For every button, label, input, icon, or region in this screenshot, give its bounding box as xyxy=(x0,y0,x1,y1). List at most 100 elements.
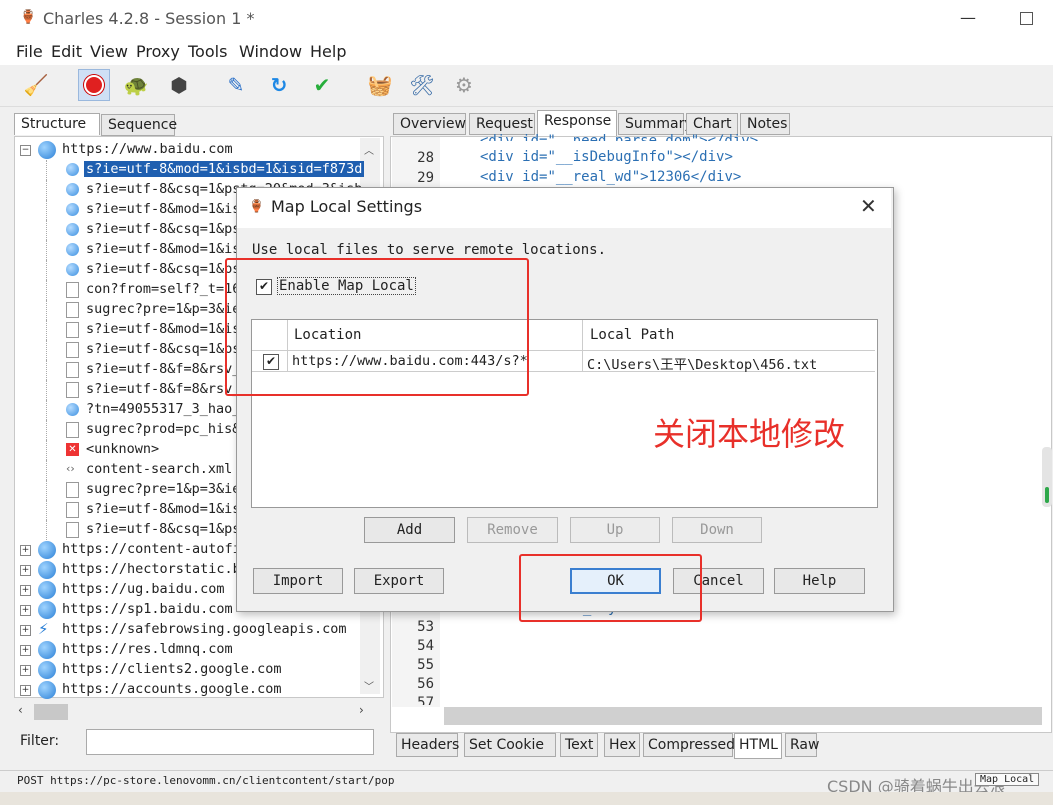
broom-icon[interactable]: 🧹 xyxy=(22,71,50,99)
down-button[interactable]: Down xyxy=(672,517,762,543)
request-label: s?ie=utf-8&f=8&rsv_ xyxy=(86,381,241,397)
expand-icon[interactable]: + xyxy=(20,585,31,596)
host-label: https://hectorstatic.b xyxy=(62,561,241,577)
refresh-icon[interactable]: ↻ xyxy=(265,71,293,99)
tab-set-cookie[interactable]: Set Cookie xyxy=(464,733,556,757)
tab-notes[interactable]: Notes xyxy=(740,113,790,135)
expand-icon[interactable]: + xyxy=(20,545,31,556)
tab-html[interactable]: HTML xyxy=(734,733,782,759)
tab-sequence[interactable]: Sequence xyxy=(101,114,177,136)
turtle-icon[interactable]: 🐢 xyxy=(122,71,150,99)
pen-icon[interactable]: ✎ xyxy=(222,71,250,99)
host-label: https://www.baidu.com xyxy=(62,141,233,157)
document-icon xyxy=(66,282,79,298)
expand-icon[interactable]: + xyxy=(20,625,31,636)
lightning-icon: ⚡ xyxy=(38,620,49,638)
menu-edit[interactable]: Edit xyxy=(51,42,82,61)
document-icon xyxy=(66,362,79,378)
request-label: s?ie=utf-8&csq=1&ps xyxy=(86,261,241,277)
annotation-box-ok xyxy=(519,554,702,622)
tab-headers[interactable]: Headers xyxy=(396,733,459,757)
request-label: s?ie=utf-8&mod=1&isbd=1&isid=f873d xyxy=(84,161,365,177)
tree-row[interactable]: s?ie=utf-8&mod=1&isbd=1&isid=f873d xyxy=(18,160,365,180)
collapse-icon[interactable]: − xyxy=(20,145,31,156)
tab-text[interactable]: Text xyxy=(560,733,598,757)
minimize-button[interactable]: — xyxy=(958,8,978,28)
code-horizontal-scrollbar[interactable] xyxy=(444,707,1042,725)
request-label: con?from=self?_t=16 xyxy=(86,281,241,297)
document-icon xyxy=(66,302,79,318)
tab-summary[interactable]: Summary xyxy=(618,113,693,135)
basket-icon[interactable]: 🧺 xyxy=(366,71,394,99)
toolbar: 🧹 🐢 ⬢ ✎ ↻ ✔ 🧺 🛠 ⚙ xyxy=(0,66,1053,107)
code-line-partial: <div id="__need_parse_dom"></div> xyxy=(480,133,759,141)
tab-hex[interactable]: Hex xyxy=(604,733,640,757)
maximize-button[interactable] xyxy=(1020,12,1033,25)
column-local-path[interactable]: Local Path xyxy=(590,327,674,343)
request-label: ?tn=49055317_3_hao_ xyxy=(86,401,241,417)
add-button[interactable]: Add xyxy=(364,517,455,543)
tree-host[interactable]: + https://accounts.google.com xyxy=(18,680,358,700)
tools-icon[interactable]: 🛠 xyxy=(408,71,436,99)
menu-view[interactable]: View xyxy=(90,42,128,61)
expand-icon[interactable]: + xyxy=(20,605,31,616)
globe-icon xyxy=(38,541,56,559)
line-number: 28 xyxy=(417,150,434,166)
menu-tools[interactable]: Tools xyxy=(188,42,227,61)
stop-icon[interactable]: ⬢ xyxy=(165,71,193,99)
tab-overview[interactable]: Overview xyxy=(393,113,466,135)
tree-horizontal-scrollbar[interactable]: › ‹ xyxy=(14,702,382,722)
record-icon[interactable] xyxy=(78,69,110,101)
tab-compressed[interactable]: Compressed xyxy=(643,733,735,757)
tree-root[interactable]: − https://www.baidu.com xyxy=(18,140,358,160)
map-local-status-badge[interactable]: Map Local xyxy=(975,773,1040,786)
expand-icon[interactable]: + xyxy=(20,645,31,656)
host-label: https://sp1.baidu.com xyxy=(62,601,233,617)
document-icon xyxy=(66,322,79,338)
line-number: 54 xyxy=(417,638,434,654)
window-title: Charles 4.2.8 - Session 1 * xyxy=(43,9,255,28)
tab-chart[interactable]: Chart xyxy=(686,113,738,135)
menu-file[interactable]: File xyxy=(16,42,43,61)
expand-icon[interactable]: + xyxy=(20,665,31,676)
request-label: content-search.xml xyxy=(86,461,233,477)
status-text: POST https://pc-store.lenovomm.cn/client… xyxy=(17,774,395,787)
close-icon[interactable]: ✕ xyxy=(860,194,877,218)
annotation-text: 关闭本地修改 xyxy=(653,415,846,453)
tree-host[interactable]: + https://clients2.google.com xyxy=(18,660,358,680)
dialog-description: Use local files to serve remote location… xyxy=(252,242,607,258)
tab-request[interactable]: Request xyxy=(469,113,535,135)
check-icon[interactable]: ✔ xyxy=(308,71,336,99)
code-vertical-scrollbar[interactable] xyxy=(1042,447,1052,507)
request-label: s?ie=utf-8&csq=1&ps xyxy=(86,341,241,357)
globe-icon xyxy=(66,403,79,416)
host-label: https://ug.baidu.com xyxy=(62,581,225,597)
request-label: sugrec?pre=1&p=3&ie xyxy=(86,481,241,497)
help-button[interactable]: Help xyxy=(774,568,865,594)
request-label: s?ie=utf-8&csq=1&ps xyxy=(86,521,241,537)
import-button[interactable]: Import xyxy=(253,568,343,594)
menu-window[interactable]: Window xyxy=(239,42,302,61)
tab-structure[interactable]: Structure xyxy=(14,113,100,135)
remove-button[interactable]: Remove xyxy=(467,517,558,543)
menu-help[interactable]: Help xyxy=(310,42,346,61)
tree-host[interactable]: + ⚡ https://safebrowsing.googleapis.com xyxy=(18,620,358,640)
mapping-local-path[interactable]: C:\Users\王平\Desktop\456.txt xyxy=(587,353,817,373)
expand-icon[interactable]: + xyxy=(20,685,31,696)
tree-host[interactable]: + https://res.ldmnq.com xyxy=(18,640,358,660)
request-label: s?ie=utf-8&mod=1&is xyxy=(86,501,241,517)
line-number: 57 xyxy=(417,695,434,705)
code-line: <div id="__real_wd">12306</div> xyxy=(480,169,742,185)
globe-icon xyxy=(38,561,56,579)
export-button[interactable]: Export xyxy=(354,568,444,594)
gear-icon[interactable]: ⚙ xyxy=(450,71,478,99)
expand-icon[interactable]: + xyxy=(20,565,31,576)
globe-icon xyxy=(66,183,79,196)
globe-icon xyxy=(66,163,79,176)
menu-proxy[interactable]: Proxy xyxy=(136,42,180,61)
document-icon xyxy=(66,342,79,358)
request-label: s?ie=utf-8&csq=1&ps xyxy=(86,221,241,237)
filter-input[interactable] xyxy=(86,729,374,755)
up-button[interactable]: Up xyxy=(570,517,660,543)
tab-raw[interactable]: Raw xyxy=(785,733,819,757)
